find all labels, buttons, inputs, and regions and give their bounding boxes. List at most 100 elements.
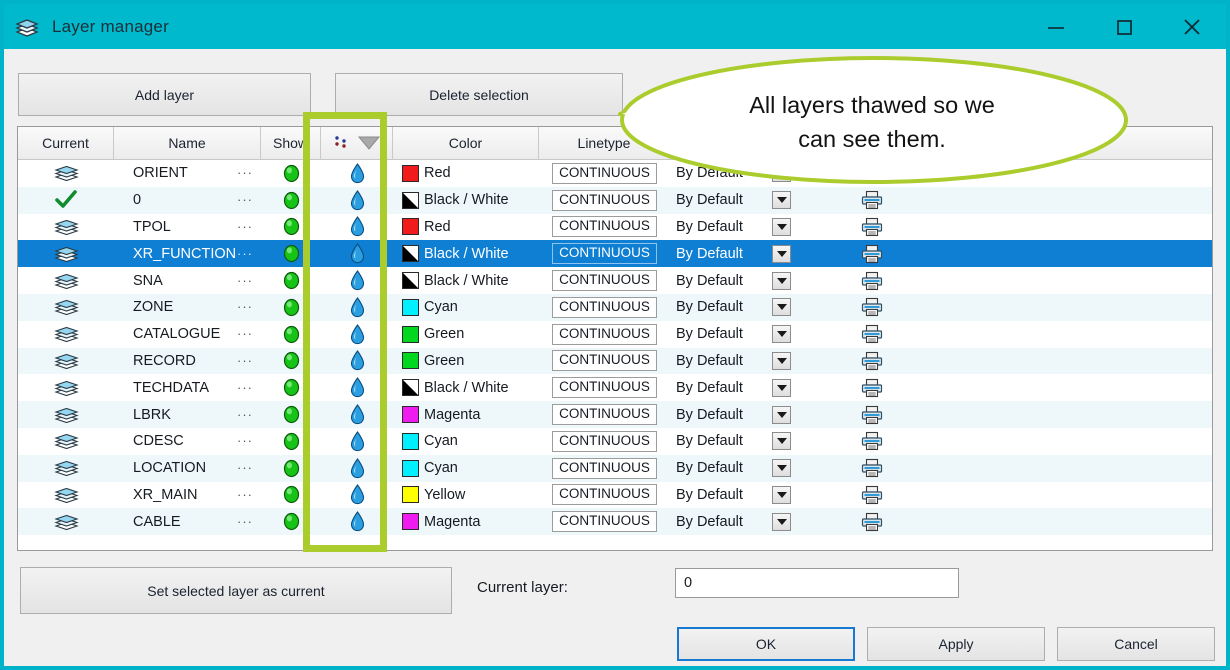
cancel-button[interactable]: Cancel: [1057, 627, 1215, 661]
apply-button[interactable]: Apply: [867, 627, 1045, 661]
cell-print[interactable]: [802, 482, 942, 509]
chevron-down-icon[interactable]: [772, 432, 791, 451]
cell-lineweight[interactable]: By Default: [670, 321, 802, 348]
cell-current[interactable]: [18, 348, 114, 375]
cell-show[interactable]: [261, 455, 321, 482]
thawed-droplet-icon[interactable]: [350, 484, 365, 505]
table-row[interactable]: TECHDATA ··· Black / White CONTINUOUS By Def…: [18, 374, 1212, 402]
add-layer-button[interactable]: Add layer: [18, 73, 311, 116]
row-more-glyph[interactable]: ···: [237, 408, 253, 421]
row-more-glyph[interactable]: ···: [237, 274, 253, 287]
linetype-label[interactable]: CONTINUOUS: [552, 323, 657, 345]
cell-lineweight[interactable]: By Default: [670, 240, 802, 267]
row-more-glyph[interactable]: ···: [237, 461, 253, 474]
set-selected-layer-as-current-button[interactable]: Set selected layer as current: [20, 567, 452, 614]
show-on-icon[interactable]: [283, 271, 300, 290]
cell-name[interactable]: LOCATION ···: [114, 455, 261, 482]
cell-color[interactable]: Magenta: [393, 508, 539, 535]
cell-lineweight[interactable]: By Default: [670, 187, 802, 214]
chevron-down-icon[interactable]: [772, 378, 791, 397]
cell-name[interactable]: ORIENT ···: [114, 160, 261, 187]
cell-lineweight[interactable]: By Default: [670, 482, 802, 509]
cell-lineweight[interactable]: By Default: [670, 214, 802, 241]
cell-name[interactable]: TECHDATA ···: [114, 374, 261, 401]
cell-color[interactable]: Black / White: [393, 267, 539, 294]
cell-color[interactable]: Cyan: [393, 455, 539, 482]
cell-current[interactable]: [18, 508, 114, 535]
cell-freeze[interactable]: [321, 482, 393, 509]
cell-freeze[interactable]: [321, 267, 393, 294]
color-swatch[interactable]: [402, 164, 419, 182]
table-row[interactable]: LBRK ··· Magenta CONTINUOUS By Default: [18, 401, 1212, 428]
column-header-freeze[interactable]: [321, 127, 393, 159]
cell-current[interactable]: [18, 187, 114, 214]
row-more-glyph[interactable]: ···: [237, 327, 253, 340]
color-swatch[interactable]: [402, 218, 419, 236]
cell-freeze[interactable]: [321, 321, 393, 348]
cell-print[interactable]: [802, 294, 942, 321]
column-header-show[interactable]: Show: [261, 127, 321, 159]
cell-print[interactable]: [802, 321, 942, 348]
printable-icon[interactable]: [860, 485, 884, 505]
chevron-down-icon[interactable]: [772, 485, 791, 504]
cell-current[interactable]: [18, 455, 114, 482]
linetype-label[interactable]: CONTINUOUS: [552, 511, 657, 533]
cell-show[interactable]: [261, 214, 321, 241]
cell-freeze[interactable]: [321, 374, 393, 401]
cell-show[interactable]: [261, 348, 321, 375]
cell-show[interactable]: [261, 294, 321, 321]
show-on-icon[interactable]: [283, 164, 300, 183]
chevron-down-icon[interactable]: [772, 405, 791, 424]
cell-color[interactable]: Black / White: [393, 240, 539, 267]
cell-current[interactable]: [18, 267, 114, 294]
thawed-droplet-icon[interactable]: [350, 162, 365, 184]
column-header-color[interactable]: Color: [393, 127, 539, 159]
cell-color[interactable]: Black / White: [393, 374, 539, 401]
cell-show[interactable]: [261, 508, 321, 535]
linetype-label[interactable]: CONTINUOUS: [552, 377, 657, 399]
printable-icon[interactable]: [860, 244, 884, 264]
cell-linetype[interactable]: CONTINUOUS: [539, 187, 670, 214]
chevron-down-icon[interactable]: [772, 271, 791, 290]
color-swatch[interactable]: [402, 486, 419, 504]
color-swatch[interactable]: [402, 272, 419, 290]
color-swatch[interactable]: [402, 325, 419, 343]
cell-color[interactable]: Green: [393, 321, 539, 348]
table-row[interactable]: CABLE ··· Magenta CONTINUOUS By Default: [18, 508, 1212, 536]
cell-print[interactable]: [802, 508, 942, 535]
cell-name[interactable]: SNA ···: [114, 267, 261, 294]
linetype-label[interactable]: CONTINUOUS: [552, 243, 657, 265]
cell-print[interactable]: [802, 455, 942, 482]
cell-lineweight[interactable]: By Default: [670, 348, 802, 375]
cell-linetype[interactable]: CONTINUOUS: [539, 348, 670, 375]
cell-print[interactable]: [802, 348, 942, 375]
cell-name[interactable]: XR_FUNCTION ···: [114, 240, 261, 267]
row-more-glyph[interactable]: ···: [237, 434, 253, 447]
table-row[interactable]: XR_FUNCTION ··· Black / White CONTINUOUS By …: [18, 240, 1212, 268]
cell-name[interactable]: RECORD ···: [114, 348, 261, 375]
cell-color[interactable]: Yellow: [393, 482, 539, 509]
cell-color[interactable]: Black / White: [393, 187, 539, 214]
thawed-droplet-icon[interactable]: [350, 243, 365, 264]
printable-icon[interactable]: [860, 351, 884, 371]
show-on-icon[interactable]: [283, 485, 300, 504]
cell-print[interactable]: [802, 428, 942, 455]
cell-linetype[interactable]: CONTINUOUS: [539, 482, 670, 509]
cell-color[interactable]: Cyan: [393, 294, 539, 321]
table-row[interactable]: XR_MAIN ··· Yellow CONTINUOUS By Default: [18, 481, 1212, 509]
show-on-icon[interactable]: [283, 378, 300, 397]
color-swatch[interactable]: [402, 298, 419, 316]
printable-icon[interactable]: [860, 271, 884, 291]
printable-icon[interactable]: [860, 217, 884, 237]
cell-print[interactable]: [802, 187, 942, 214]
cell-show[interactable]: [261, 482, 321, 509]
show-on-icon[interactable]: [283, 244, 300, 263]
color-swatch[interactable]: [402, 379, 419, 397]
cell-lineweight[interactable]: By Default: [670, 294, 802, 321]
table-row[interactable]: SNA ··· Black / White CONTINUOUS By Default: [18, 267, 1212, 294]
cell-name[interactable]: CATALOGUE ···: [114, 321, 261, 348]
table-row[interactable]: LOCATION ··· Cyan CONTINUOUS By Default: [18, 454, 1212, 482]
cell-show[interactable]: [261, 374, 321, 401]
cell-color[interactable]: Red: [393, 214, 539, 241]
color-swatch[interactable]: [402, 459, 419, 477]
